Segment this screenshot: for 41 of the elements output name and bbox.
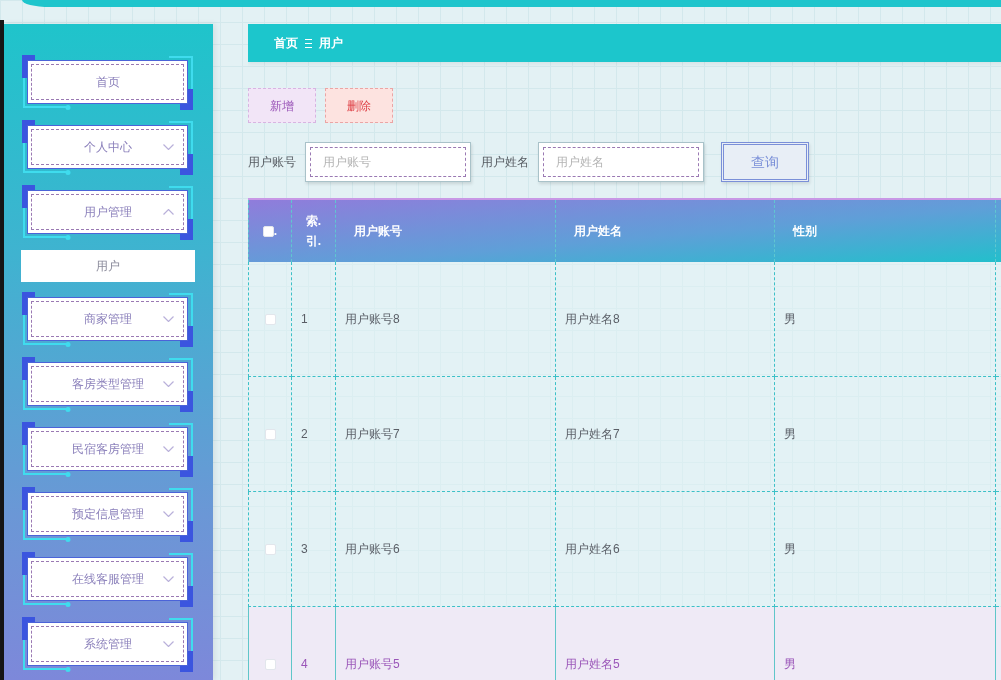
column-header: 用户姓名 <box>574 223 622 240</box>
table-cell-text: 用户账号7 <box>345 426 400 443</box>
table-cell-text: 男 <box>784 426 796 443</box>
table-cell-text: 男 <box>784 541 796 558</box>
table-cell-text: 3 <box>301 541 308 558</box>
table-row[interactable]: 2 用户账号7 用户姓名7 男 <box>248 377 1001 492</box>
table-cell-text: 男 <box>784 656 796 673</box>
search-button[interactable]: 查询 <box>721 142 809 182</box>
field-label: 用户账号 <box>248 154 296 171</box>
row-checkbox[interactable] <box>264 658 276 670</box>
table-cell-text: 用户账号5 <box>345 656 400 673</box>
column-header: 索.引. <box>304 213 323 250</box>
table-row[interactable]: 4 用户账号5 用户姓名5 男 <box>248 607 1001 680</box>
row-checkbox[interactable] <box>264 313 276 325</box>
table-cell-text: 用户账号8 <box>345 311 400 328</box>
column-header: . <box>273 223 278 240</box>
row-checkbox[interactable] <box>264 543 276 555</box>
table-row[interactable]: 3 用户账号6 用户姓名6 男 <box>248 492 1001 607</box>
table-cell-text: 用户姓名8 <box>565 311 620 328</box>
column-header: 用户账号 <box>354 223 402 240</box>
table-row[interactable]: 1 用户账号8 用户姓名8 男 <box>248 262 1001 377</box>
triple-bar-icon <box>305 38 312 48</box>
table-cell-text: 用户账号6 <box>345 541 400 558</box>
table-cell-text: 用户姓名6 <box>565 541 620 558</box>
search-field[interactable]: 用户姓名 <box>538 142 704 182</box>
field-label: 用户姓名 <box>481 154 529 171</box>
breadcrumb-current: 用户 <box>319 35 343 52</box>
table-cell-text: 4 <box>301 656 308 673</box>
table-cell-text: 男 <box>784 311 796 328</box>
breadcrumb-link[interactable]: 首页 <box>274 34 298 52</box>
table-cell-text: 用户姓名7 <box>565 426 620 443</box>
add-button[interactable]: 新增 <box>248 88 316 123</box>
search-field[interactable]: 用户账号 <box>305 142 471 182</box>
table-cell-text: 用户姓名5 <box>565 656 620 673</box>
sidebar-subitem[interactable]: 用户 <box>21 250 195 282</box>
table-cell-text: 1 <box>301 311 308 328</box>
select-all-checkbox[interactable] <box>262 225 274 237</box>
row-checkbox[interactable] <box>264 428 276 440</box>
table-cell-text: 2 <box>301 426 308 443</box>
column-header: 性别 <box>793 223 817 240</box>
delete-button[interactable]: 删除 <box>325 88 393 123</box>
